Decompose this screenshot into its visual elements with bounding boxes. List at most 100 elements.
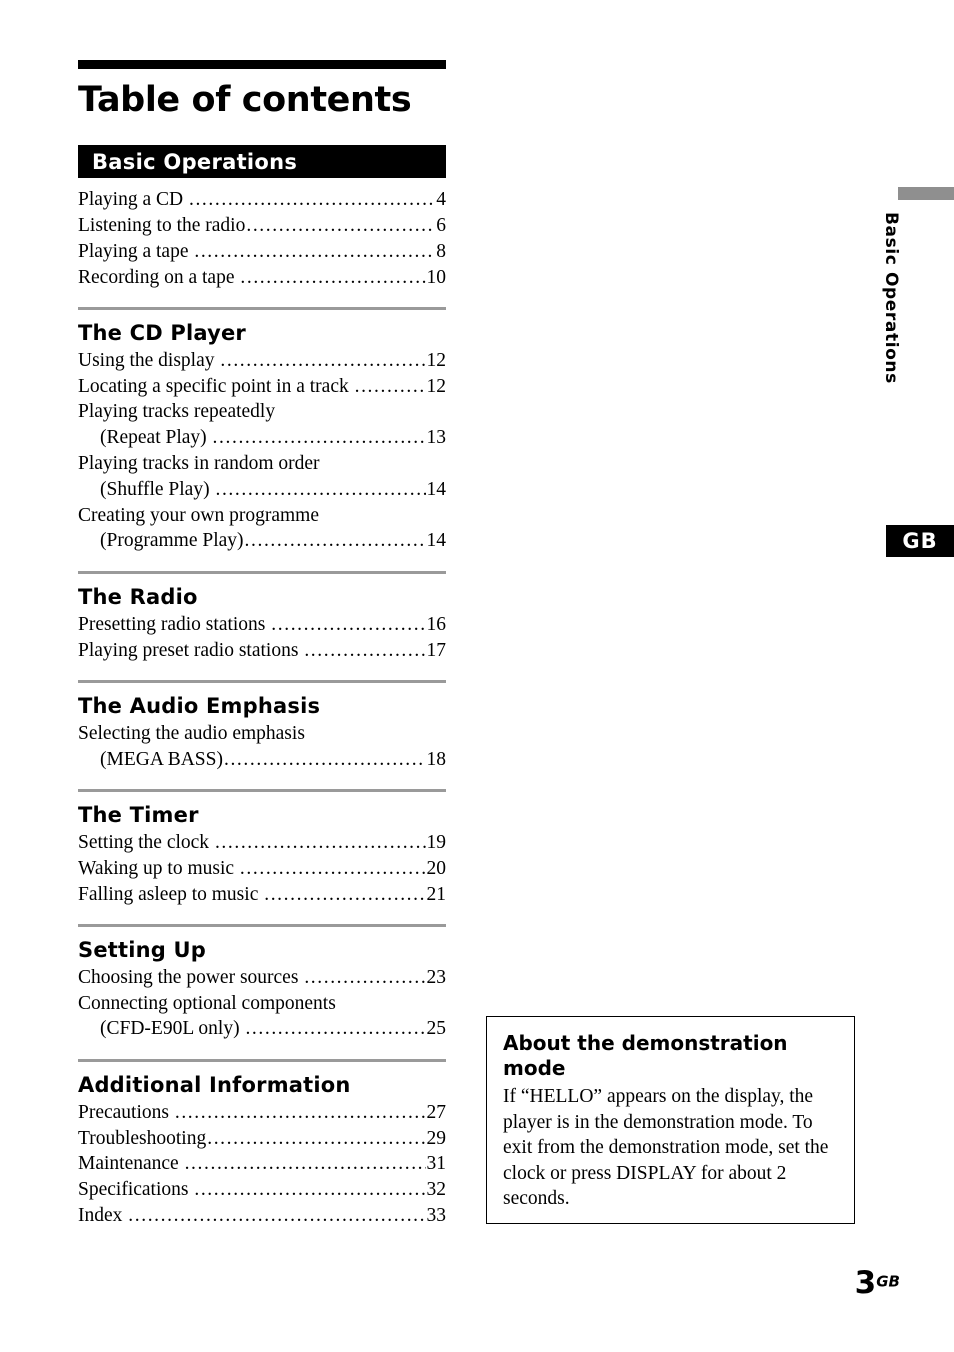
toc-entry-row[interactable]: Precautions 27 — [78, 1100, 446, 1126]
toc-entry-row[interactable]: Choosing the power sources 23 — [78, 965, 446, 991]
toc-entry[interactable]: Precautions 27 — [78, 1100, 446, 1126]
toc-entry[interactable]: Listening to the radio 6 — [78, 213, 446, 239]
toc-entry-row[interactable]: Playing a CD 4 — [78, 187, 446, 213]
toc-leader-dots — [304, 638, 425, 664]
toc-leader-dots — [245, 1016, 425, 1042]
toc-entry[interactable]: Playing a CD 4 — [78, 187, 446, 213]
toc-entry[interactable]: Playing preset radio stations 17 — [78, 638, 446, 664]
toc-entry-row[interactable]: Waking up to music 20 — [78, 856, 446, 882]
toc-entry-label: (Programme Play) — [100, 530, 244, 552]
toc-entry[interactable]: Choosing the power sources 23 — [78, 965, 446, 991]
toc-entry[interactable]: Creating your own programme (Programme Pl… — [78, 503, 446, 555]
toc-entry-page-number: 16 — [426, 613, 447, 635]
toc-entry-row[interactable]: Troubleshooting 29 — [78, 1126, 446, 1152]
section-heading: The Audio Emphasis — [78, 693, 321, 718]
toc-leader-dots — [224, 747, 426, 773]
toc-entry[interactable]: Setting the clock 19 — [78, 830, 446, 856]
toc-entry[interactable]: Troubleshooting 29 — [78, 1126, 446, 1152]
toc-entry-row[interactable]: Index 33 — [78, 1203, 446, 1229]
toc-entry-row[interactable]: Maintenance 31 — [78, 1151, 446, 1177]
toc-entry[interactable]: Maintenance 31 — [78, 1151, 446, 1177]
toc-entry-row[interactable]: Listening to the radio 6 — [78, 213, 446, 239]
folio-suffix: GB — [876, 1272, 900, 1291]
toc-entry[interactable]: Locating a specific point in a track 12 — [78, 374, 446, 400]
callout-body: If “HELLO” appears on the display, the p… — [503, 1086, 829, 1209]
toc-entry-page-number: 29 — [426, 1127, 447, 1149]
toc-leader-dots — [240, 856, 426, 882]
toc-entry-page-number: 27 — [426, 1101, 447, 1123]
toc-entry-row[interactable]: Playing a tape 8 — [78, 239, 446, 265]
toc-entry-row[interactable]: Setting the clock 19 — [78, 830, 446, 856]
toc-entry-label: Precautions — [78, 1101, 174, 1123]
section-divider-rule — [78, 924, 446, 927]
toc-entry-row[interactable]: Falling asleep to music 21 — [78, 882, 446, 908]
toc-entry-page-number: 12 — [426, 349, 447, 371]
toc-section: The Timer Setting the clock 19Waking up t… — [78, 789, 446, 907]
toc-leader-dots — [194, 1177, 425, 1203]
toc-entry[interactable]: Presetting radio stations 16 — [78, 612, 446, 638]
toc-entry-label: (Repeat Play) — [100, 427, 212, 449]
toc-entry[interactable]: Recording on a tape 10 — [78, 265, 446, 291]
toc-entry-list: Presetting radio stations 16Playing pres… — [78, 612, 446, 664]
toc-entry-list: Choosing the power sources 23Connecting … — [78, 965, 446, 1042]
toc-entry[interactable]: Using the display 12 — [78, 348, 446, 374]
toc-entry-row[interactable]: (Shuffle Play) 14 — [78, 477, 446, 503]
toc-entry-label: Falling asleep to music — [78, 883, 264, 905]
toc-entry[interactable]: Selecting the audio emphasis (MEGA BASS) 1… — [78, 721, 446, 773]
toc-entry-row[interactable]: Playing preset radio stations 17 — [78, 638, 446, 664]
toc-entry-first-line: Playing tracks in random order — [78, 453, 320, 475]
toc-entry-row[interactable]: Locating a specific point in a track 12 — [78, 374, 446, 400]
toc-entry-label: Locating a specific point in a track — [78, 375, 354, 397]
toc-entry-first-line: Playing tracks repeatedly — [78, 401, 276, 423]
section-divider-rule — [78, 680, 446, 683]
toc-entry-page-number: 31 — [426, 1153, 447, 1175]
toc-leader-dots — [215, 830, 426, 856]
toc-leader-dots — [207, 1126, 425, 1152]
margin-tab-bar — [898, 187, 954, 200]
toc-section: The Audio Emphasis Selecting the audio em… — [78, 680, 446, 772]
toc-leader-dots — [185, 1151, 426, 1177]
toc-entry-label: Index — [78, 1204, 128, 1226]
toc-entry[interactable]: Waking up to music 20 — [78, 856, 446, 882]
toc-entry-page-number: 18 — [426, 748, 447, 770]
margin-tab-label: Basic Operations — [881, 212, 901, 384]
section-heading: The Timer — [78, 802, 199, 827]
toc-entry-row[interactable]: (Repeat Play) 13 — [78, 425, 446, 451]
toc-entry-label: Waking up to music — [78, 857, 239, 879]
toc-leader-dots — [189, 187, 435, 213]
toc-section: Additional InformationPrecautions 27Trou… — [78, 1059, 446, 1228]
toc-entry[interactable]: Playing tracks repeatedly(Repeat Play) 1… — [78, 399, 446, 451]
section-divider-rule — [78, 307, 446, 310]
toc-entry[interactable]: Connecting optional components (CFD-E90L … — [78, 991, 446, 1043]
toc-entry-row[interactable]: Presetting radio stations 16 — [78, 612, 446, 638]
toc-entry-page-number: 21 — [426, 883, 447, 905]
toc-entry-label: Specifications — [78, 1179, 194, 1201]
language-tab-label: GB — [902, 529, 938, 553]
toc-leader-dots — [194, 239, 435, 265]
page-footer: 3GB — [0, 1265, 900, 1301]
toc-entry-row[interactable]: Recording on a tape 10 — [78, 265, 446, 291]
toc-entry-page-number: 23 — [426, 966, 447, 988]
toc-entry-row[interactable]: Using the display 12 — [78, 348, 446, 374]
toc-section: Setting UpChoosing the power sources 23C… — [78, 924, 446, 1042]
toc-entry[interactable]: Specifications 32 — [78, 1177, 446, 1203]
toc-entry[interactable]: Falling asleep to music 21 — [78, 882, 446, 908]
toc-entry-list: Selecting the audio emphasis (MEGA BASS) 1… — [78, 721, 446, 773]
toc-entry-row[interactable]: (MEGA BASS) 18 — [78, 747, 446, 773]
toc-entry[interactable]: Playing tracks in random order (Shuffle P… — [78, 451, 446, 503]
language-tab-gb: GB — [886, 525, 954, 557]
table-of-contents-column: Table of contents Basic Operations Playi… — [78, 0, 446, 1229]
section-divider-rule — [78, 789, 446, 792]
toc-leader-dots — [220, 348, 425, 374]
toc-entry[interactable]: Playing a tape 8 — [78, 239, 446, 265]
toc-entry-row[interactable]: (CFD-E90L only) 25 — [78, 1016, 446, 1042]
toc-leader-dots — [215, 477, 425, 503]
toc-entry-page-number: 10 — [426, 266, 447, 288]
toc-entry-row[interactable]: (Programme Play) 14 — [78, 528, 446, 554]
toc-entry[interactable]: Index 33 — [78, 1203, 446, 1229]
toc-leader-dots — [264, 882, 425, 908]
section-banner-label: Basic Operations — [92, 149, 298, 174]
toc-entry-page-number: 32 — [426, 1179, 447, 1201]
title-top-rule — [78, 60, 446, 69]
toc-entry-row[interactable]: Specifications 32 — [78, 1177, 446, 1203]
